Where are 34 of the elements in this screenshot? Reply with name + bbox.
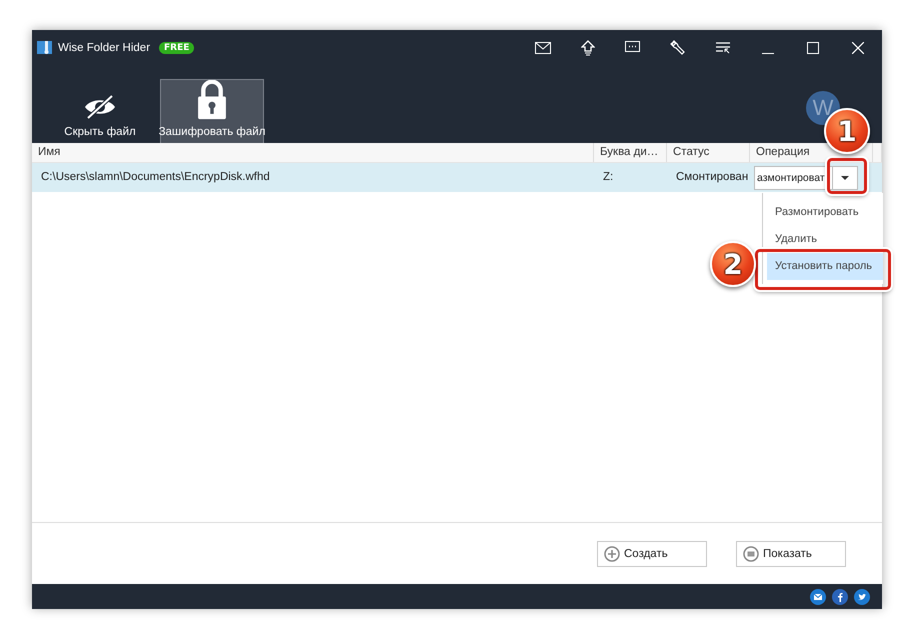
free-badge: FREE xyxy=(159,42,194,54)
toolbar-tab[interactable]: Зашифровать файл xyxy=(160,79,264,143)
plus-circle-icon xyxy=(604,546,620,562)
crossed-eye-icon xyxy=(83,94,117,120)
maximize-icon[interactable] xyxy=(806,42,818,54)
upload-arrow-icon[interactable] xyxy=(580,40,594,56)
dropdown-button[interactable] xyxy=(832,166,858,190)
operation-dropdown[interactable]: азмонтироват xyxy=(754,166,832,190)
highlight-frame xyxy=(827,158,867,194)
list-icon[interactable] xyxy=(716,42,730,54)
step-number-badge: 2 xyxy=(710,241,756,287)
mail-icon[interactable] xyxy=(810,588,826,604)
chat-icon[interactable] xyxy=(625,41,640,54)
table-cell-text: C:\Users\slamn\Documents\EncrypDisk.wfhd xyxy=(40,170,271,185)
table-cell-text: Смонтирован xyxy=(675,170,750,185)
mail-icon[interactable] xyxy=(534,42,550,54)
window-title: Wise Folder Hider xyxy=(58,42,150,54)
table-cell-text: Z: xyxy=(602,170,614,185)
column-header[interactable]: Имя xyxy=(38,146,60,158)
menu-item[interactable]: Размонтировать xyxy=(767,199,883,226)
app-logo-icon xyxy=(37,41,52,54)
close-icon[interactable] xyxy=(852,42,864,54)
show-button[interactable]: Показать xyxy=(736,540,846,566)
column-header[interactable]: Операция xyxy=(756,146,810,158)
create-button[interactable]: Создать xyxy=(597,540,707,566)
column-header[interactable]: Статус xyxy=(673,146,710,158)
menu-item[interactable]: Установить пароль xyxy=(767,253,883,280)
menu-item[interactable]: Удалить xyxy=(767,226,883,253)
padlock-icon xyxy=(195,80,229,120)
twitter-icon[interactable] xyxy=(854,588,870,604)
toolbar-tab[interactable]: Скрыть файл xyxy=(48,79,152,143)
column-header[interactable]: Буква ди… xyxy=(600,146,658,158)
facebook-icon[interactable] xyxy=(832,588,848,604)
caret-icon xyxy=(841,176,849,180)
